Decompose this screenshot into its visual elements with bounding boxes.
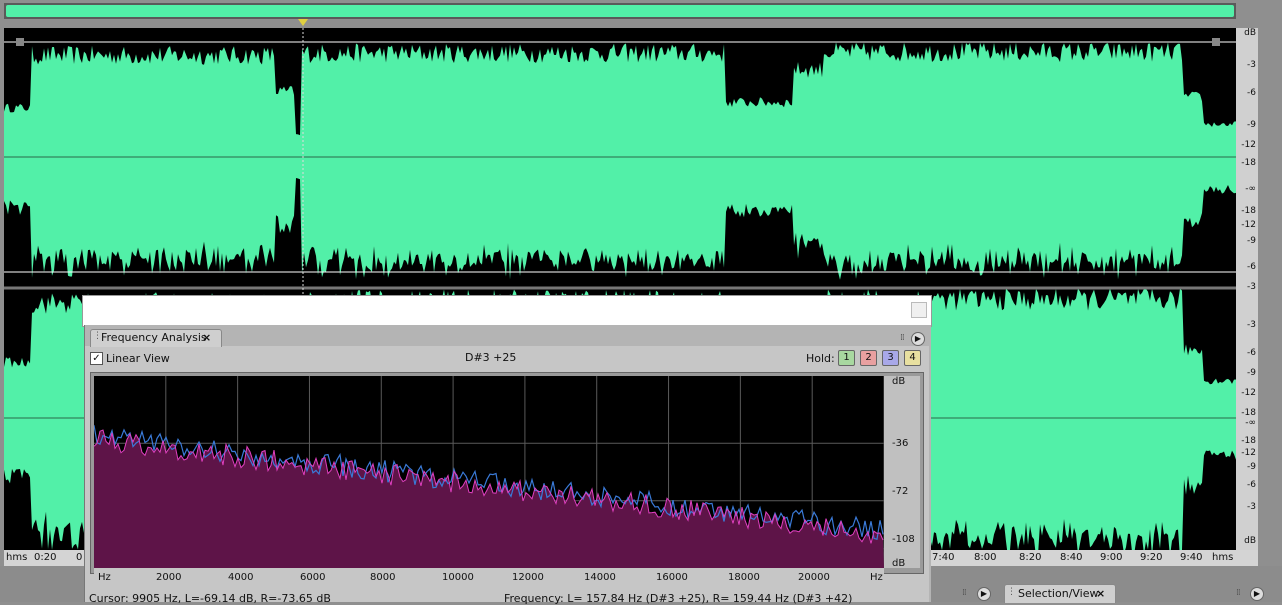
linear-view-label: Linear View	[106, 352, 170, 365]
time-tick-label: 0	[76, 552, 83, 563]
close-icon[interactable]: ×	[202, 331, 211, 344]
grip-icon[interactable]: ⋮	[1007, 587, 1016, 597]
grip-icon[interactable]: ⋮	[93, 331, 102, 341]
db-tick-label: -18	[1241, 436, 1256, 446]
db-tick-label: -9	[1247, 120, 1256, 130]
db-tick-label: -9	[1247, 462, 1256, 472]
db-tick-label: -6	[1247, 348, 1256, 358]
time-tick-label: 0:20	[34, 552, 57, 563]
spectrum-db-tick-label: dB	[892, 558, 906, 569]
grip-icon[interactable]: ⁞⁞	[1236, 588, 1241, 598]
overview-range[interactable]	[6, 5, 1234, 17]
db-tick-label: -3	[1247, 282, 1256, 292]
time-tick-label: 9:40	[1180, 552, 1203, 563]
time-tick-label: hms	[6, 552, 28, 563]
spectrum-frequency-ruler: Hz 2000 4000 6000 8000 10000 12000 14000 16000 18…	[94, 568, 884, 586]
time-tick-label: hms	[1212, 552, 1234, 563]
time-tick-label: 8:00	[974, 552, 997, 563]
db-tick-label: -12	[1241, 140, 1256, 150]
spectrum-db-tick-label: -72	[892, 486, 909, 497]
spectrum-display[interactable]	[94, 376, 884, 568]
db-tick-label: -6	[1247, 88, 1256, 98]
frequency-tick-label: 20000	[798, 572, 830, 583]
floating-panel-close-button[interactable]	[911, 302, 927, 318]
frequency-tick-label: 12000	[512, 572, 544, 583]
hold-button-3[interactable]: 3	[882, 350, 899, 366]
frequency-tick-label: 6000	[300, 572, 326, 583]
frequency-tick-label: 18000	[728, 572, 760, 583]
db-tick-label: -12	[1241, 448, 1256, 458]
tab-label: Frequency Analysis	[101, 331, 207, 344]
linear-view-checkbox[interactable]: ✓	[90, 352, 103, 365]
db-tick-label: -3	[1247, 320, 1256, 330]
hold-button-4[interactable]: 4	[904, 350, 921, 366]
spectrum-db-tick-label: dB	[892, 376, 906, 387]
db-tick-label: -6	[1247, 262, 1256, 272]
db-tick-label: -6	[1247, 480, 1256, 490]
db-tick-label: -3	[1247, 60, 1256, 70]
frequency-tick-label: 16000	[656, 572, 688, 583]
db-tick-label: -12	[1241, 220, 1256, 230]
tab-label: Selection/View	[1018, 587, 1099, 600]
close-icon[interactable]: ×	[1096, 587, 1105, 600]
time-tick-label: 9:00	[1100, 552, 1123, 563]
db-tick-label: -3	[1247, 502, 1256, 512]
note-readout: D#3 +25	[465, 351, 517, 364]
playhead-marker-icon[interactable]	[298, 19, 308, 26]
overview-bar[interactable]	[4, 3, 1236, 19]
frequency-tick-label: 4000	[228, 572, 254, 583]
db-tick-label: -12	[1241, 388, 1256, 398]
panel-menu-button[interactable]: ▶	[977, 587, 991, 601]
db-tick-label: -18	[1241, 158, 1256, 168]
time-tick-label: 8:40	[1060, 552, 1083, 563]
spectrum-db-tick-label: -108	[892, 534, 915, 545]
time-tick-label: 8:20	[1019, 552, 1042, 563]
db-tick-label: -18	[1241, 206, 1256, 216]
db-tick-label: dB	[1244, 536, 1256, 546]
db-tick-label: -9	[1247, 236, 1256, 246]
hold-button-1[interactable]: 1	[838, 350, 855, 366]
frequency-readout: Frequency: L= 157.84 Hz (D#3 +25), R= 15…	[504, 592, 853, 605]
frequency-tick-label: 8000	[370, 572, 396, 583]
spectrum-graphic	[94, 376, 884, 568]
cursor-readout: Cursor: 9905 Hz, L=-69.14 dB, R=-73.65 d…	[89, 592, 331, 605]
db-ruler: dB -3 -6 -9 -12 -18 -∞ -18 -12 -9 -6 -3 -3 -6 -9 -12 -18…	[1236, 28, 1258, 550]
frequency-tick-label: 14000	[584, 572, 616, 583]
db-tick-label: -9	[1247, 368, 1256, 378]
grip-icon[interactable]: ⁞⁞	[900, 333, 905, 343]
hold-label: Hold:	[806, 352, 835, 365]
frequency-tick-label: 10000	[442, 572, 474, 583]
spectrum-db-ruler: dB -36 -72 -108 dB	[884, 376, 920, 569]
time-tick-label: 9:20	[1140, 552, 1163, 563]
db-tick-label: dB	[1244, 28, 1256, 38]
hold-button-2[interactable]: 2	[860, 350, 877, 366]
floating-panel-titlebar[interactable]	[82, 295, 932, 327]
grip-icon[interactable]: ⁞⁞	[962, 588, 967, 598]
db-tick-label: -∞	[1245, 184, 1256, 194]
db-tick-label: -18	[1241, 408, 1256, 418]
time-tick-label: 7:40	[932, 552, 955, 563]
frequency-tick-label: Hz	[98, 572, 111, 583]
db-tick-label: -∞	[1245, 418, 1256, 428]
panel-menu-button[interactable]: ▶	[911, 332, 925, 346]
frequency-tick-label: Hz	[870, 572, 883, 583]
frequency-tick-label: 2000	[156, 572, 182, 583]
panel-menu-button[interactable]: ▶	[1250, 587, 1264, 601]
spectrum-db-tick-label: -36	[892, 438, 909, 449]
